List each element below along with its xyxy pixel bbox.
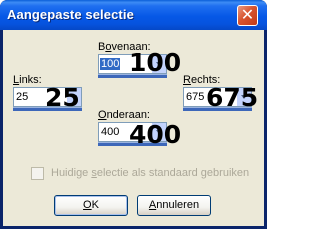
left-value-overlay: 25: [45, 83, 80, 112]
title-bar[interactable]: Aangepaste selectie ✕: [0, 0, 267, 30]
close-button[interactable]: ✕: [237, 5, 258, 26]
dialog-window: Aangepaste selectie ✕ Bovenaan: 100 100 …: [0, 0, 267, 229]
window-title: Aangepaste selectie: [7, 7, 134, 22]
bottom-input[interactable]: 400: [101, 126, 119, 138]
left-input[interactable]: 25: [16, 91, 28, 103]
right-value-overlay: 675: [206, 83, 259, 112]
left-label: Links:: [13, 74, 42, 86]
cancel-button[interactable]: Annuleren: [137, 195, 211, 216]
right-input[interactable]: 675: [186, 91, 204, 103]
top-input[interactable]: 100: [100, 58, 121, 70]
default-selection-checkbox[interactable]: [31, 167, 44, 180]
dialog-body: Bovenaan: 100 100 Links: 25 25 Rechts: 6…: [3, 30, 264, 226]
default-selection-label: Huidige selectie als standaard gebruiken: [51, 167, 250, 179]
close-icon: ✕: [240, 5, 255, 24]
bottom-value-overlay: 400: [129, 120, 182, 149]
top-value-overlay: 100: [129, 48, 182, 77]
ok-button[interactable]: OK: [54, 195, 128, 216]
